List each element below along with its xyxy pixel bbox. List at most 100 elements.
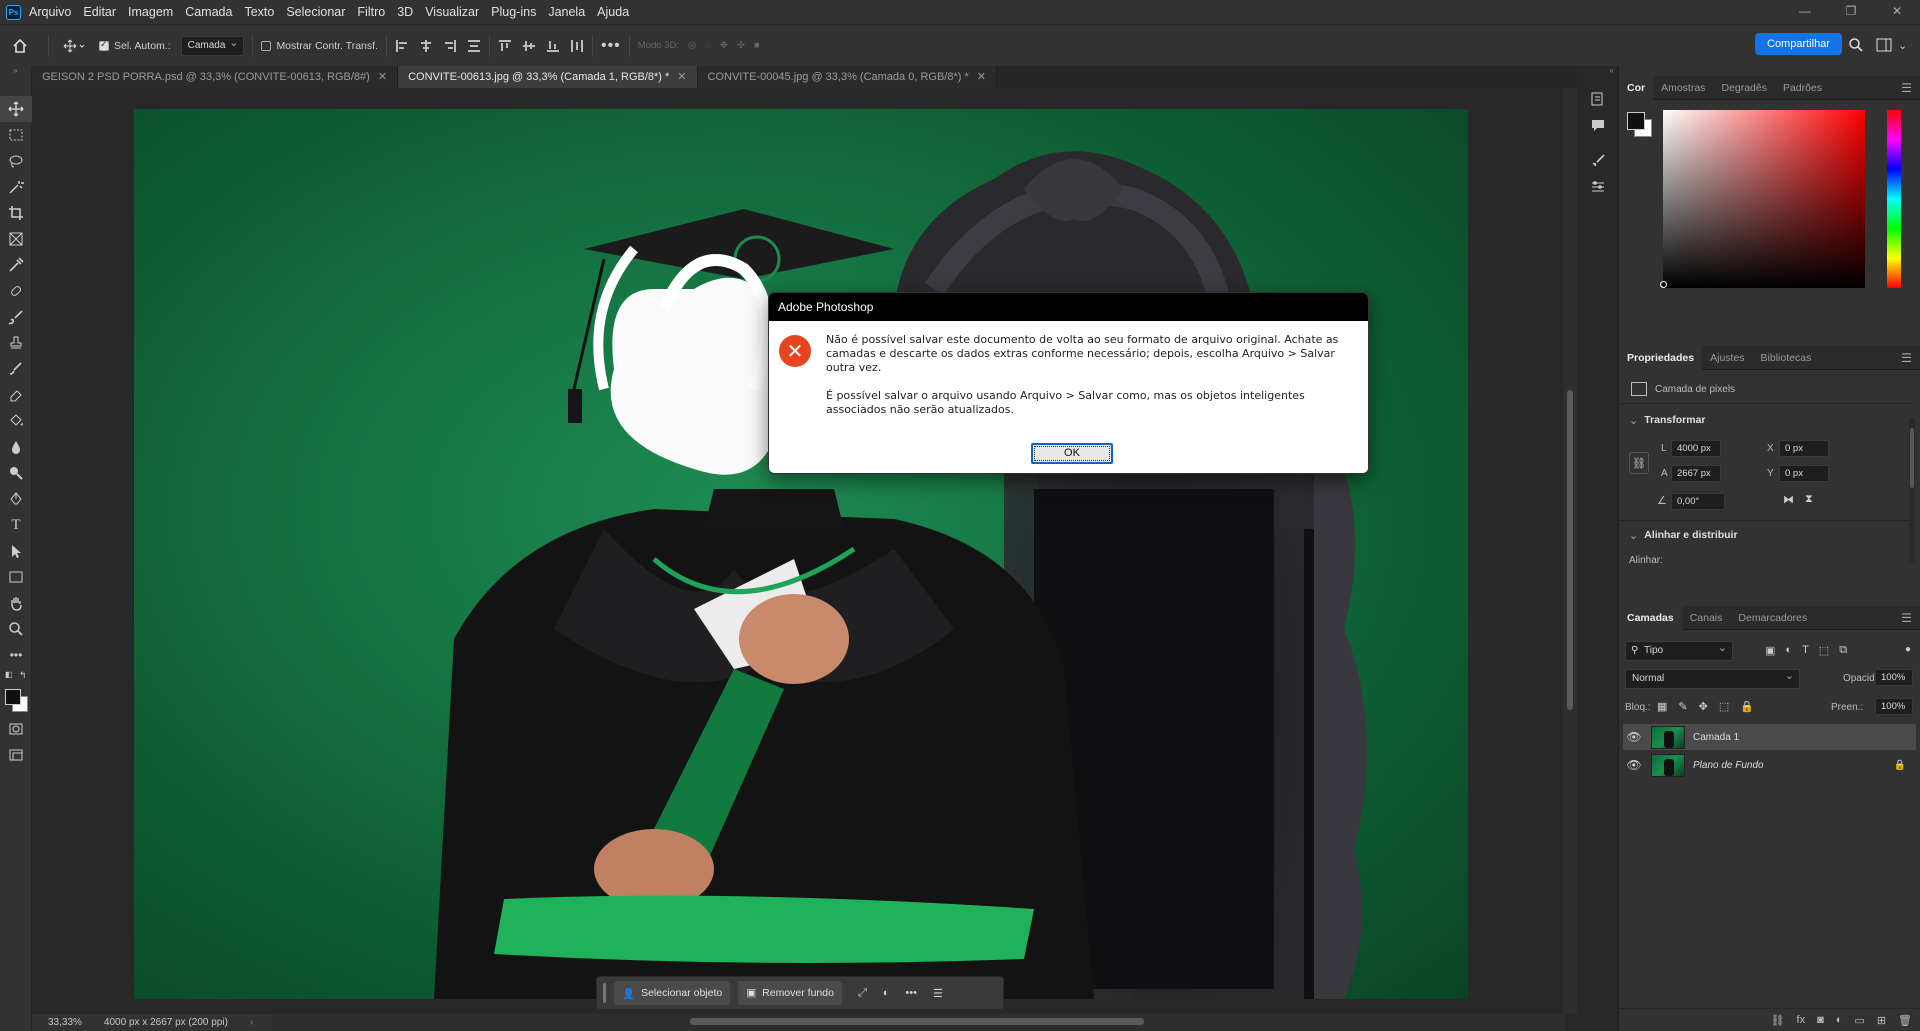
object-selection-tool-icon[interactable] <box>0 174 32 200</box>
y-field[interactable]: 0 px <box>1779 465 1829 482</box>
filter-smart-icon[interactable]: ⧉ <box>1839 644 1847 657</box>
lock-all-icon[interactable]: 🔒 <box>1740 700 1754 713</box>
tab-canais[interactable]: Canais <box>1682 606 1731 630</box>
document-image[interactable] <box>134 109 1468 999</box>
distribute-vertical-icon[interactable] <box>570 39 584 53</box>
new-layer-icon[interactable]: ⊞ <box>1877 1014 1886 1027</box>
opacity-field[interactable]: 100% <box>1875 669 1913 686</box>
menu-texto[interactable]: Texto <box>244 5 274 19</box>
healing-brush-tool-icon[interactable] <box>0 278 32 304</box>
tab-propriedades[interactable]: Propriedades <box>1619 345 1703 370</box>
horizontal-scrollbar[interactable] <box>270 1014 1565 1031</box>
add-mask-icon[interactable]: ◙ <box>1817 1014 1824 1026</box>
hand-tool-icon[interactable] <box>0 590 32 616</box>
tab-ajustes[interactable]: Ajustes <box>1702 346 1752 370</box>
settings-sliders-icon[interactable]: ☰ <box>933 987 943 1000</box>
x-field[interactable]: 0 px <box>1779 440 1829 457</box>
foreground-color-swatch[interactable] <box>5 689 21 705</box>
panel-menu-icon[interactable]: ☰ <box>1901 611 1912 625</box>
eraser-tool-icon[interactable] <box>0 382 32 408</box>
marquee-tool-icon[interactable] <box>0 122 32 148</box>
screen-mode-icon[interactable] <box>0 742 32 768</box>
menu-editar[interactable]: Editar <box>83 5 116 19</box>
menu-janela[interactable]: Janela <box>548 5 585 19</box>
quick-mask-icon[interactable] <box>0 716 32 742</box>
blur-tool-icon[interactable] <box>0 434 32 460</box>
more-options-icon[interactable]: ••• <box>601 37 621 55</box>
vertical-scrollbar[interactable] <box>1563 88 1577 1014</box>
eyedropper-tool-icon[interactable] <box>0 252 32 278</box>
close-window-icon[interactable]: ✕ <box>1874 0 1920 24</box>
clone-stamp-tool-icon[interactable] <box>0 330 32 356</box>
layer-filter-dropdown[interactable]: ⚲ Tipo <box>1625 639 1733 661</box>
type-tool-icon[interactable]: T <box>0 512 32 538</box>
align-bottom-icon[interactable] <box>546 39 560 53</box>
link-icon[interactable]: ⛓ <box>1629 452 1649 474</box>
photoshop-logo[interactable]: Ps <box>6 4 21 20</box>
menu-arquivo[interactable]: Arquivo <box>29 5 71 19</box>
layer-style-icon[interactable]: fx <box>1797 1014 1806 1026</box>
tab-bibliotecas[interactable]: Bibliotecas <box>1753 346 1820 370</box>
close-tab-icon[interactable]: ✕ <box>378 71 387 83</box>
adjustment-icon[interactable]: ◐ <box>883 987 890 999</box>
dodge-tool-icon[interactable] <box>0 460 32 486</box>
width-field[interactable]: 4000 px <box>1671 440 1721 457</box>
fg-color-chip[interactable] <box>1627 112 1645 130</box>
filter-toggle-icon[interactable]: ● <box>1905 644 1911 655</box>
tab-document-3[interactable]: CONVITE-00045.jpg @ 33,3% (Camada 0, RGB… <box>697 66 997 88</box>
align-left-icon[interactable] <box>395 39 409 53</box>
slide-3d-icon[interactable]: ✣ <box>737 40 745 51</box>
move-tool-preset-icon[interactable] <box>57 39 91 53</box>
align-hcenter-icon[interactable] <box>419 39 433 53</box>
minimize-icon[interactable]: — <box>1782 0 1828 24</box>
workspace-dropdown-icon[interactable]: ⌄ <box>1898 39 1907 52</box>
comments-panel-icon[interactable] <box>1577 112 1619 138</box>
lasso-tool-icon[interactable] <box>0 148 32 174</box>
lock-position-icon[interactable]: ✥ <box>1699 700 1708 713</box>
remove-background-button[interactable]: ▣ Remover fundo <box>738 981 842 1005</box>
brush-settings-icon[interactable] <box>1577 148 1619 174</box>
status-menu-icon[interactable]: › <box>250 1017 253 1028</box>
menu-3d[interactable]: 3D <box>397 5 413 19</box>
select-subject-button[interactable]: 👤 Selecionar objeto <box>614 981 731 1005</box>
auto-select-dropdown[interactable]: Camada <box>180 34 245 56</box>
tab-document-1[interactable]: GEISON 2 PSD PORRA.psd @ 33,3% (CONVITE-… <box>32 66 399 88</box>
auto-select-checkbox[interactable] <box>99 39 109 51</box>
crop-tool-icon[interactable] <box>0 200 32 226</box>
panel-menu-icon[interactable]: ☰ <box>1901 351 1912 365</box>
color-field[interactable] <box>1660 110 1865 288</box>
pan-3d-icon[interactable]: ✥ <box>720 40 728 51</box>
height-field[interactable]: 2667 px <box>1671 465 1721 482</box>
share-button[interactable]: Compartilhar <box>1755 33 1842 55</box>
ok-button[interactable]: OK <box>1031 443 1113 464</box>
new-adjustment-icon[interactable]: ◐ <box>1836 1014 1843 1026</box>
fill-field[interactable]: 100% <box>1875 698 1913 715</box>
transform-section-header[interactable]: ⌄ Transformar <box>1629 414 1706 427</box>
menu-visualizar[interactable]: Visualizar <box>425 5 479 19</box>
show-transform-checkbox[interactable] <box>261 40 272 51</box>
visibility-eye-icon[interactable]: 👁 <box>1623 758 1645 772</box>
frame-tool-icon[interactable] <box>0 226 32 252</box>
lock-artboard-icon[interactable]: ⬚ <box>1719 700 1729 713</box>
filter-shape-icon[interactable]: ⬚ <box>1819 644 1829 657</box>
filter-adjustment-icon[interactable]: ◐ <box>1785 644 1792 657</box>
workspace-icon[interactable] <box>1876 37 1892 53</box>
properties-scrollbar[interactable] <box>1909 418 1915 563</box>
drag-handle[interactable] <box>603 983 606 1003</box>
home-icon[interactable] <box>0 38 40 54</box>
menu-imagem[interactable]: Imagem <box>128 5 173 19</box>
brush-tool-icon[interactable] <box>0 304 32 330</box>
close-tab-icon[interactable]: ✕ <box>677 71 686 83</box>
more-icon[interactable]: ••• <box>905 987 917 999</box>
tab-document-2[interactable]: CONVITE-00613.jpg @ 33,3% (Camada 1, RGB… <box>398 66 698 88</box>
align-right-icon[interactable] <box>443 39 457 53</box>
collapse-toolbar-icon[interactable]: » <box>0 66 31 96</box>
menu-plugins[interactable]: Plug-ins <box>491 5 536 19</box>
scale-3d-icon[interactable]: ■ <box>754 40 760 51</box>
align-top-icon[interactable] <box>498 39 512 53</box>
tab-degrades[interactable]: Degradês <box>1713 76 1775 100</box>
tab-cor[interactable]: Cor <box>1619 75 1654 100</box>
panel-menu-icon[interactable]: ☰ <box>1901 81 1912 95</box>
zoom-level[interactable]: 33,33% <box>48 1017 82 1028</box>
color-picker-cursor[interactable] <box>1660 281 1667 288</box>
